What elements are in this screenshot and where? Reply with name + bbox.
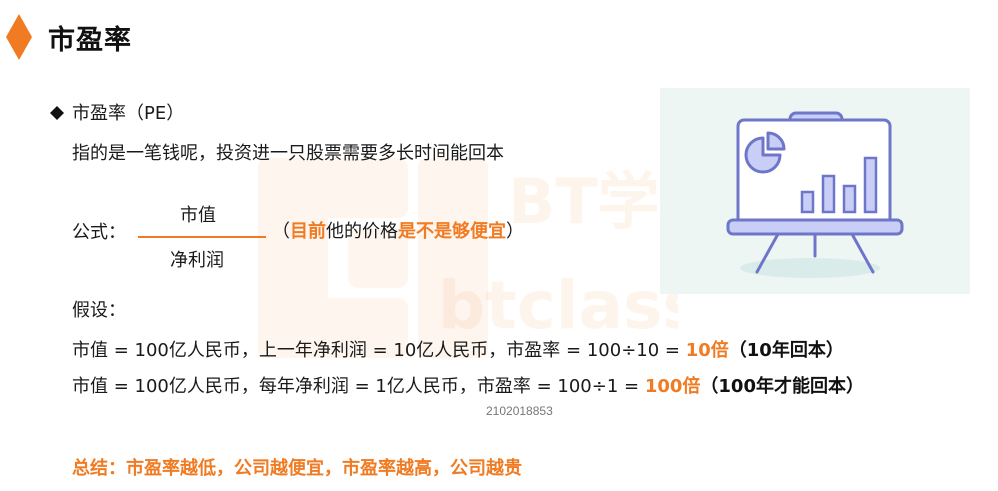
- note-part-price: 他的价格: [326, 221, 398, 242]
- assumption-label: 假设：: [72, 300, 126, 321]
- page-title: 市盈率: [48, 25, 132, 56]
- slide: 市盈率 BT学院 btclass 市盈率（PE） 指的是一笔钱呢，投资进一只股票…: [0, 0, 998, 491]
- formula-note: （目前他的价格是不是够便宜）: [272, 221, 524, 243]
- black-diamond-bullet-icon: [50, 106, 64, 120]
- summary-text: 总结：市盈率越低，公司越便宜，市盈率越高，公司越贵: [72, 458, 522, 479]
- note-part-current: 目前: [290, 221, 326, 242]
- assumption-line-1-result: 10倍: [685, 340, 729, 361]
- document-code: 2102018853: [486, 404, 553, 418]
- section-heading: 市盈率（PE）: [72, 103, 185, 124]
- watermark-line1: BT学院: [508, 165, 678, 238]
- formula-label: 公式：: [72, 222, 126, 243]
- watermark-logo: BT学院 btclass: [258, 158, 678, 358]
- presentation-board-chart-icon: [726, 111, 904, 278]
- definition-text: 指的是一笔钱呢，投资进一只股票需要多长时间能回本: [72, 143, 504, 164]
- fraction-line: [138, 236, 266, 238]
- note-open-paren: （: [272, 221, 290, 242]
- illustration-panel: [660, 88, 970, 294]
- assumption-line-1-suffix: （10年回本）: [728, 340, 844, 361]
- assumption-line-2-suffix: （100年才能回本）: [700, 376, 864, 397]
- assumption-line-1-text: 市值 = 100亿人民币，上一年净利润 = 10亿人民币，市盈率 = 100÷1…: [72, 340, 686, 361]
- watermark-line2: btclass: [438, 267, 678, 344]
- orange-diamond-icon: [6, 14, 32, 60]
- formula-denominator: 净利润: [170, 250, 224, 271]
- note-close-paren: ）: [506, 221, 524, 242]
- note-part-cheap: 是不是够便宜: [398, 221, 506, 242]
- assumption-line-2-result: 100倍: [644, 376, 701, 397]
- assumption-line-2: 市值 = 100亿人民币，每年净利润 = 1亿人民币，市盈率 = 100÷1 =…: [72, 376, 864, 398]
- assumption-line-1: 市值 = 100亿人民币，上一年净利润 = 10亿人民币，市盈率 = 100÷1…: [72, 340, 844, 362]
- formula-numerator: 市值: [180, 205, 216, 226]
- assumption-line-2-text: 市值 = 100亿人民币，每年净利润 = 1亿人民币，市盈率 = 100÷1 =: [72, 376, 645, 397]
